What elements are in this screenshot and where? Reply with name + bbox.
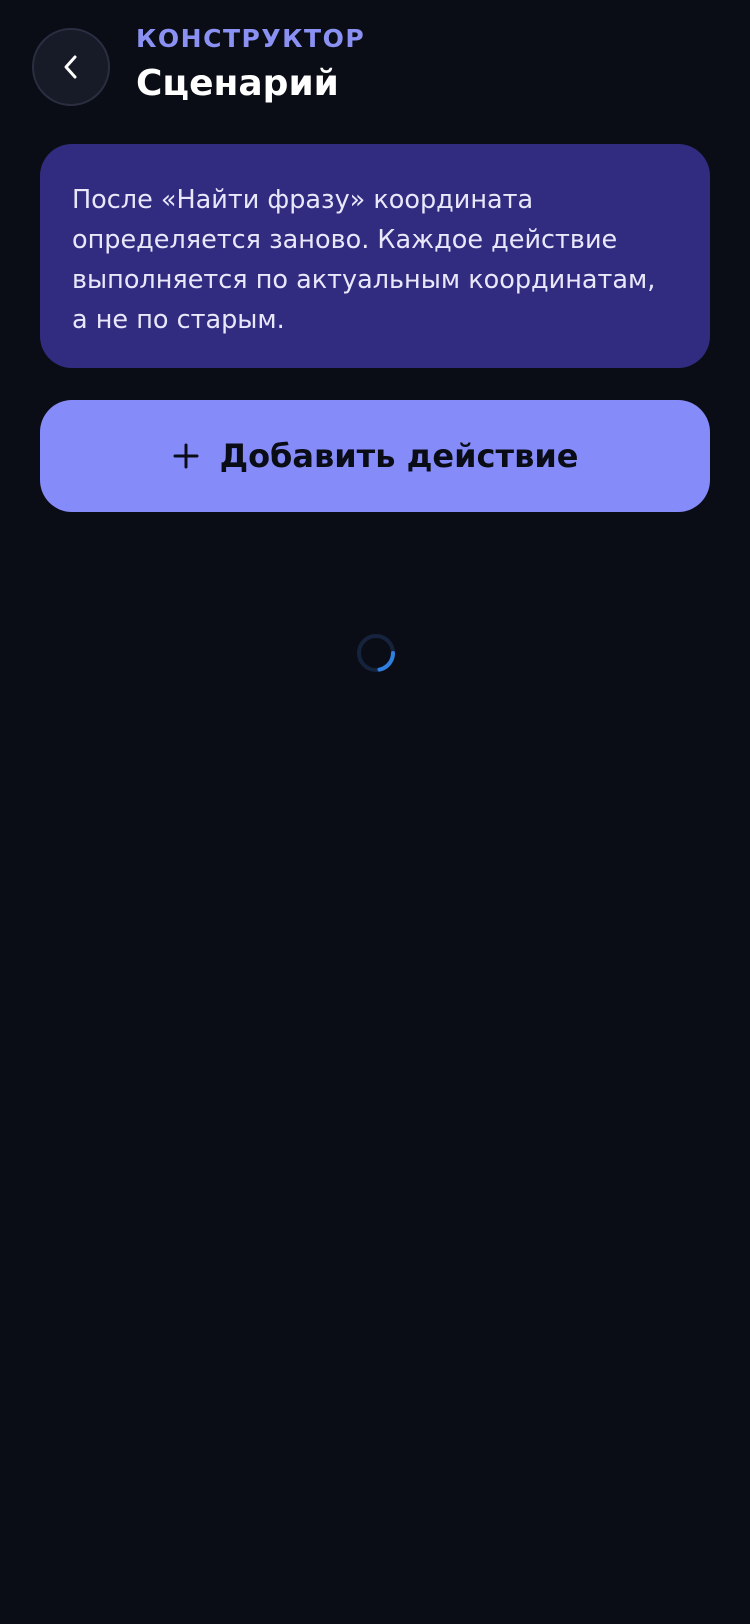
add-action-button[interactable]: Добавить действие	[40, 400, 710, 512]
plus-icon	[172, 442, 200, 470]
info-card-text: После «Найти фразу» координата определяе…	[72, 185, 656, 335]
loading-spinner-icon	[357, 634, 395, 672]
chevron-left-icon	[64, 55, 77, 79]
add-action-label: Добавить действие	[219, 437, 579, 475]
page-title: Сценарий	[136, 63, 339, 104]
scenario-screen: КОНСТРУКТОР Сценарий После «Найти фразу»…	[0, 0, 750, 1624]
section-eyebrow: КОНСТРУКТОР	[136, 24, 366, 53]
info-card: После «Найти фразу» координата определяе…	[40, 144, 710, 368]
back-button[interactable]	[32, 28, 110, 106]
